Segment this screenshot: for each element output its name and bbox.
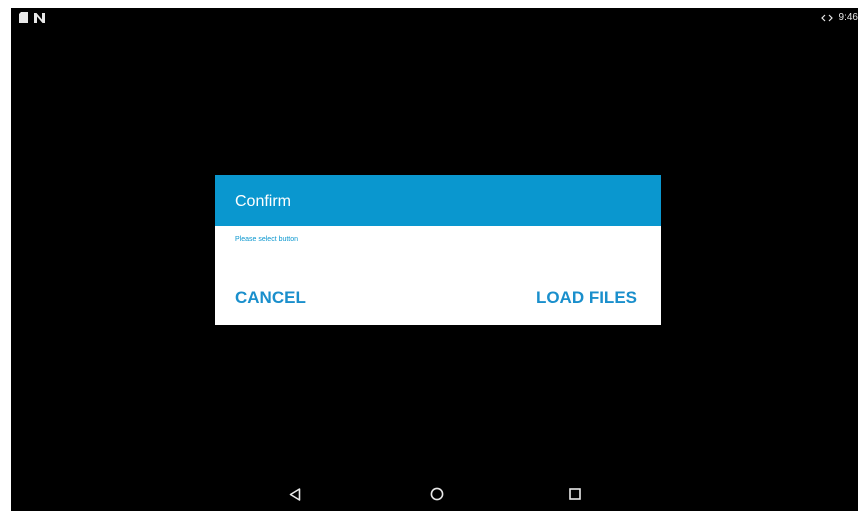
status-time: 9:46	[838, 12, 858, 23]
dialog-title: Confirm	[235, 192, 292, 210]
data-transfer-icon	[820, 14, 833, 22]
sd-card-icon	[19, 12, 28, 23]
recents-icon	[569, 488, 581, 500]
recents-button[interactable]	[565, 485, 585, 503]
n-notification-icon	[34, 12, 45, 23]
dialog-message: Please select button	[235, 236, 299, 243]
back-icon	[289, 487, 301, 501]
home-icon	[430, 487, 444, 501]
status-left	[19, 12, 45, 23]
dialog-header: Confirm	[215, 175, 661, 226]
navigation-bar	[11, 477, 858, 511]
cancel-button[interactable]: CANCEL	[235, 288, 306, 308]
status-bar: 9:46	[11, 8, 858, 30]
back-button[interactable]	[285, 485, 305, 503]
status-right: 9:46	[820, 12, 858, 24]
confirm-dialog: Confirm Please select button CANCEL LOAD…	[215, 175, 661, 325]
device-screen: 9:46 Confirm Please select button CANCEL…	[11, 8, 858, 511]
home-button[interactable]	[427, 485, 447, 503]
load-files-button[interactable]: LOAD FILES	[536, 288, 637, 308]
